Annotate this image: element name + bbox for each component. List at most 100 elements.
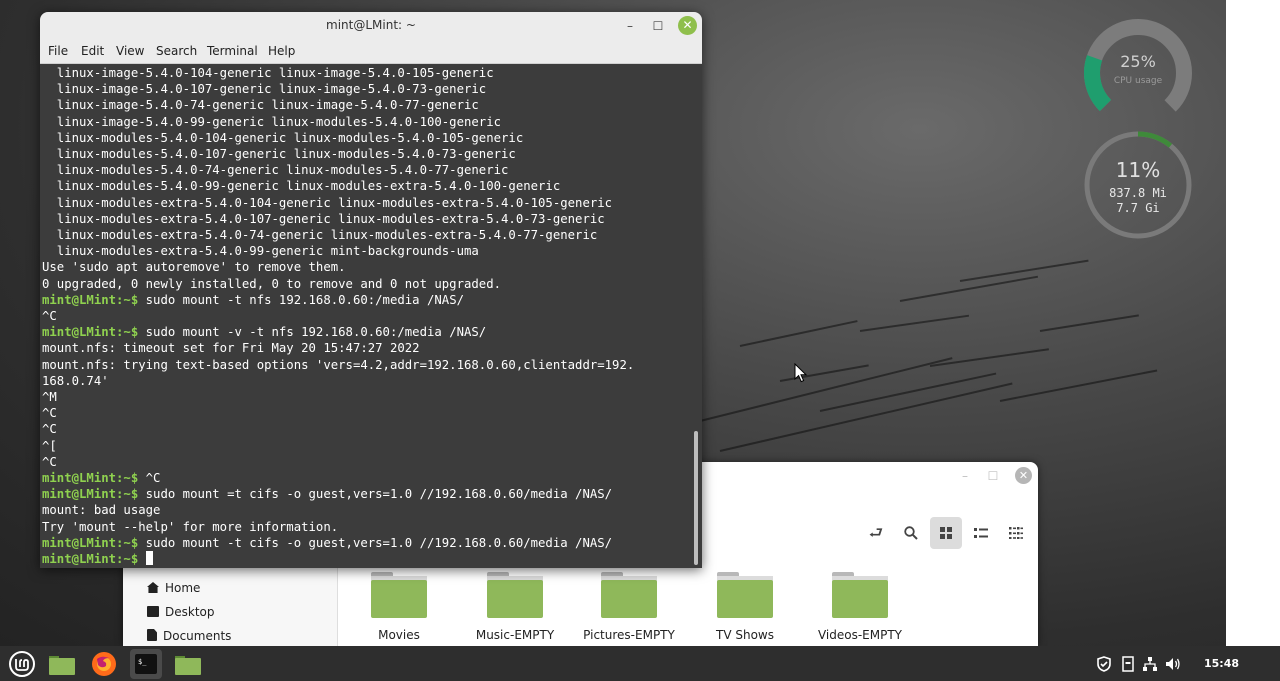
terminal-prompt: mint@LMint:~$: [42, 552, 139, 567]
cpu-usage-desklet: 25% CPU usage: [1080, 15, 1196, 131]
folder-icon: [371, 572, 427, 618]
background-stripe: [999, 369, 1158, 402]
memory-percent: 11%: [1115, 158, 1161, 182]
terminal-line: mount.nfs: trying text-based options 've…: [42, 357, 692, 373]
terminal-icon: $_: [135, 654, 157, 674]
terminal-scrollbar[interactable]: [692, 65, 700, 568]
sidebar-item-label: Desktop: [165, 605, 215, 619]
sidebar-item-desktop[interactable]: Desktop: [147, 602, 215, 622]
menu-terminal[interactable]: Terminal: [207, 44, 258, 58]
terminal-line: ^[: [42, 438, 692, 454]
menu-help[interactable]: Help: [268, 44, 295, 58]
close-icon[interactable]: ✕: [678, 16, 697, 35]
terminal-line: ^C: [42, 421, 692, 437]
toggle-location-icon[interactable]: ⮐: [860, 517, 892, 549]
folder-label: Music-EMPTY: [475, 628, 555, 642]
svg-text:$_: $_: [138, 658, 147, 666]
terminal-line: linux-image-5.4.0-104-generic linux-imag…: [42, 65, 692, 81]
terminal-prompt-line: mint@LMint:~$ ^C: [42, 470, 692, 486]
compact-view-icon[interactable]: [1000, 517, 1032, 549]
terminal-line-text: ^C: [138, 471, 161, 486]
terminal-line: Use 'sudo apt autoremove' to remove them…: [42, 259, 692, 275]
terminal-line-text: linux-modules-extra-5.4.0-74-generic lin…: [42, 228, 598, 243]
sidebar-item-documents[interactable]: Documents: [147, 626, 231, 646]
volume-icon[interactable]: [1165, 656, 1181, 672]
terminal-scrollbar-thumb[interactable]: [694, 431, 698, 565]
shield-icon[interactable]: [1096, 656, 1112, 672]
terminal-line: linux-image-5.4.0-74-generic linux-image…: [42, 97, 692, 113]
cpu-gauge: [1084, 19, 1192, 127]
menu-button[interactable]: [6, 649, 38, 679]
terminal-launcher[interactable]: $_: [130, 649, 162, 679]
terminal-line: 168.0.74': [42, 373, 692, 389]
icon-view-icon[interactable]: [930, 517, 962, 549]
terminal-prompt-line: mint@LMint:~$ sudo mount =t cifs -o gues…: [42, 486, 692, 502]
minimize-icon[interactable]: –: [622, 18, 638, 34]
folder-movies[interactable]: Movies: [344, 572, 454, 642]
clock[interactable]: 15:48: [1204, 657, 1239, 670]
terminal-line-text: linux-image-5.4.0-104-generic linux-imag…: [42, 66, 494, 80]
terminal-line-text: Try 'mount --help' for more information.: [42, 519, 339, 534]
terminal-line-text: mount.nfs: timeout set for Fri May 20 15…: [42, 341, 420, 356]
background-stripe: [719, 382, 1013, 452]
terminal-line-text: linux-modules-extra-5.4.0-104-generic li…: [42, 195, 613, 210]
folder-videos-empty[interactable]: Videos-EMPTY: [805, 572, 915, 642]
terminal-line-text: linux-image-5.4.0-74-generic linux-image…: [42, 98, 479, 113]
terminal-line-text: sudo mount -t nfs 192.168.0.60:/media /N…: [138, 292, 464, 307]
list-view-icon[interactable]: [965, 517, 997, 549]
terminal-line: linux-modules-5.4.0-74-generic linux-mod…: [42, 162, 692, 178]
terminal-line-text: linux-modules-extra-5.4.0-99-generic min…: [42, 244, 479, 259]
terminal-output[interactable]: linux-image-5.4.0-104-generic linux-imag…: [40, 65, 702, 568]
menu-edit[interactable]: Edit: [81, 44, 104, 58]
menu-search[interactable]: Search: [156, 44, 197, 58]
terminal-line-text: mount.nfs: trying text-based options 've…: [42, 357, 635, 372]
terminal-prompt-line: mint@LMint:~$ sudo mount -v -t nfs 192.1…: [42, 324, 692, 340]
desktop-edge-panel: [1226, 0, 1280, 646]
folder-label: Videos-EMPTY: [817, 628, 903, 642]
minimize-icon[interactable]: –: [957, 468, 973, 484]
terminal-prompt: mint@LMint:~$: [42, 325, 139, 340]
terminal-line: linux-image-5.4.0-99-generic linux-modul…: [42, 114, 692, 130]
terminal-line-text: [138, 552, 145, 566]
terminal-titlebar[interactable]: mint@LMint: ~ – ☐ ✕: [40, 12, 702, 40]
file-manager-sidebar: Home Desktop Documents: [123, 558, 338, 646]
terminal-line-text: 0 upgraded, 0 newly installed, 0 to remo…: [42, 276, 502, 291]
terminal-prompt: mint@LMint:~$: [42, 535, 139, 550]
menu-file[interactable]: File: [48, 44, 68, 58]
menu-view[interactable]: View: [116, 44, 144, 58]
memory-ring: [1084, 131, 1192, 239]
firefox-launcher[interactable]: [88, 649, 120, 679]
folder-label: TV Shows: [716, 628, 774, 642]
folder-green-icon: [49, 656, 75, 675]
maximize-icon[interactable]: ☐: [650, 18, 666, 34]
network-icon[interactable]: [1142, 656, 1158, 672]
terminal-window[interactable]: mint@LMint: ~ – ☐ ✕ File Edit View Searc…: [40, 12, 702, 568]
folder-tv-shows[interactable]: TV Shows: [690, 572, 800, 642]
terminal-line-text: ^[: [42, 438, 57, 453]
folder-pictures-empty[interactable]: Pictures-EMPTY: [574, 572, 684, 642]
sidebar-item-label: Home: [165, 581, 201, 595]
documents-icon: [147, 629, 157, 641]
terminal-line: ^M: [42, 389, 692, 405]
close-icon[interactable]: ✕: [1015, 467, 1032, 484]
folder-icon: [717, 572, 773, 618]
terminal-line: ^C: [42, 454, 692, 470]
maximize-icon[interactable]: ☐: [985, 468, 1001, 484]
notes-icon[interactable]: [1120, 656, 1136, 672]
terminal-line: linux-modules-extra-5.4.0-104-generic li…: [42, 195, 692, 211]
memory-usage-desklet: 11% 837.8 Mi 7.7 Gi: [1083, 130, 1193, 240]
terminal-menubar: File Edit View Search Terminal Help: [40, 40, 702, 64]
folder-green-icon: [175, 656, 201, 675]
terminal-line: linux-modules-extra-5.4.0-74-generic lin…: [42, 227, 692, 243]
terminal-line: linux-modules-extra-5.4.0-107-generic li…: [42, 211, 692, 227]
cpu-percent: 25%: [1120, 52, 1156, 71]
memory-total: 7.7 Gi: [1116, 201, 1160, 215]
folder-music-empty[interactable]: Music-EMPTY: [460, 572, 570, 642]
show-desktop-button[interactable]: [46, 649, 78, 679]
folder-icon: [832, 572, 888, 618]
background-stripe: [859, 314, 970, 332]
search-icon[interactable]: [895, 517, 927, 549]
files-launcher[interactable]: [172, 649, 204, 679]
sidebar-item-home[interactable]: Home: [147, 578, 200, 598]
memory-used: 837.8 Mi: [1109, 186, 1167, 200]
